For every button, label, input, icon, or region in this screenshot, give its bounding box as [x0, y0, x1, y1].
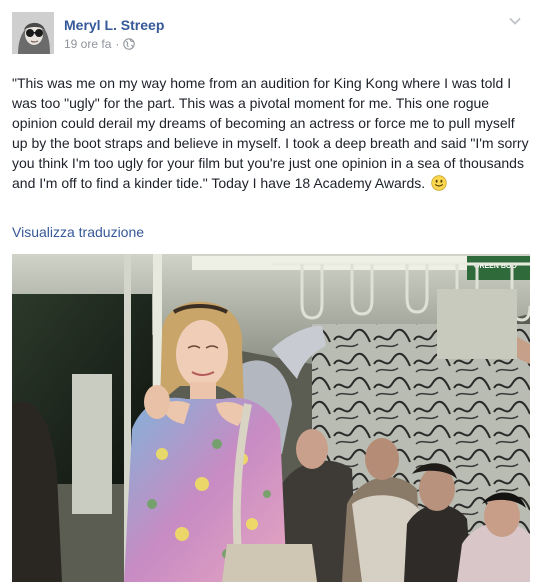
facebook-post: Meryl L. Streep 19 ore fa · "This was me… [0, 0, 534, 582]
subway-photo: GREEN BOO [12, 254, 530, 582]
post-header: Meryl L. Streep 19 ore fa · [12, 12, 164, 54]
chevron-down-icon[interactable] [508, 14, 522, 28]
post-photo[interactable]: GREEN BOO [12, 254, 530, 582]
post-subline: 19 ore fa · [64, 37, 164, 51]
post-text: "This was me on my way home from an audi… [12, 75, 529, 191]
smile-icon [431, 175, 447, 191]
post-timestamp[interactable]: 19 ore fa [64, 37, 111, 51]
avatar-portrait [12, 12, 54, 54]
avatar[interactable] [12, 12, 54, 54]
author-name[interactable]: Meryl L. Streep [64, 16, 164, 34]
see-translation-link[interactable]: Visualizza traduzione [12, 224, 144, 240]
post-body: "This was me on my way home from an audi… [12, 73, 530, 193]
post-meta: Meryl L. Streep 19 ore fa · [64, 16, 164, 51]
globe-icon[interactable] [123, 38, 136, 50]
separator: · [115, 37, 120, 51]
